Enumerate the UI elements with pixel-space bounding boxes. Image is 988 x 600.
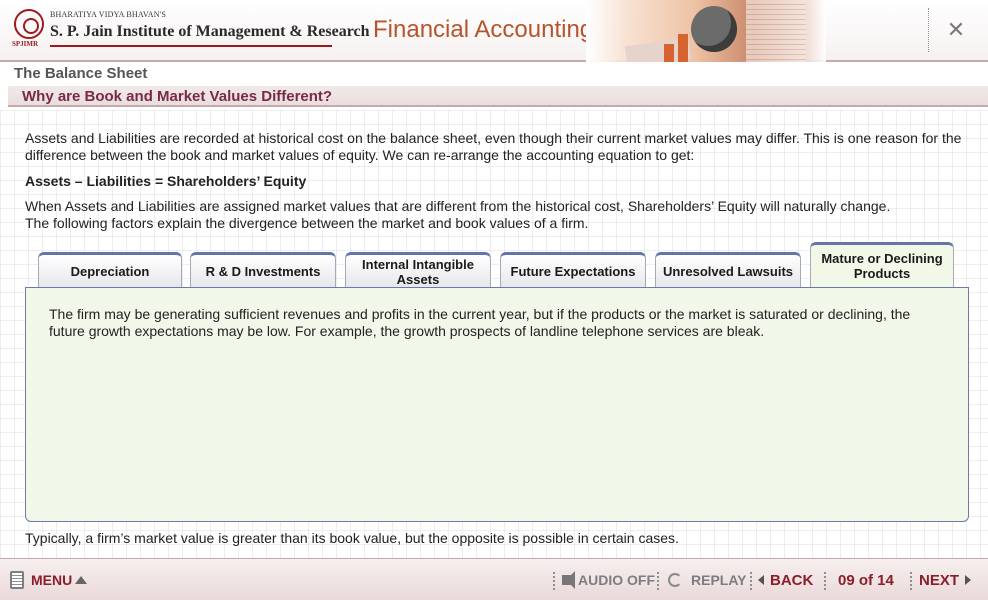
section-title: The Balance Sheet — [14, 65, 148, 82]
course-title: Financial Accounting — [373, 16, 594, 43]
chart-bar-graphic — [678, 34, 688, 62]
factors-intro: When Assets and Liabilities are assigned… — [25, 198, 945, 232]
header: SPJIMR BHARATIYA VIDYA BHAVAN'S S. P. Ja… — [0, 0, 988, 62]
header-banner-image — [586, 0, 826, 62]
footer-separator — [553, 572, 555, 590]
menu-label: MENU — [31, 572, 73, 588]
replay-label: REPLAY — [691, 572, 747, 588]
replay-icon — [668, 573, 682, 587]
intro-paragraph: Assets and Liabilities are recorded at h… — [25, 130, 962, 163]
tab-unresolved-lawsuits[interactable]: Unresolved Lawsuits — [655, 252, 801, 288]
subtitle-bar: Why are Book and Market Values Different… — [8, 86, 988, 107]
footer-separator — [657, 572, 659, 590]
back-button[interactable]: BACK — [758, 570, 813, 590]
institute-logo: SPJIMR BHARATIYA VIDYA BHAVAN'S S. P. Ja… — [12, 9, 370, 53]
next-button[interactable]: NEXT — [919, 570, 972, 590]
page-indicator: 09 of 14 — [838, 571, 894, 589]
meeting-photo-graphic — [691, 6, 737, 52]
institute-name: S. P. Jain Institute of Management & Res… — [50, 23, 370, 40]
seal-icon — [14, 9, 44, 39]
chart-bar-graphic — [664, 44, 674, 62]
footer-separator — [910, 572, 912, 590]
next-label: NEXT — [919, 571, 960, 589]
spreadsheet-graphic — [746, 0, 806, 62]
tab-internal-intangible-assets[interactable]: Internal Intangible Assets — [345, 252, 491, 288]
logo-subtitle: BHARATIYA VIDYA BHAVAN'S — [50, 10, 167, 19]
tab-content-text: The firm may be generating sufficient re… — [49, 306, 911, 339]
close-button[interactable]: ✕ — [944, 18, 968, 42]
logo-underline — [50, 45, 332, 47]
content-area: Assets and Liabilities are recorded at h… — [0, 110, 988, 558]
menu-icon — [10, 571, 24, 589]
tab-future-expectations[interactable]: Future Expectations — [500, 252, 646, 288]
page-subtitle: Why are Book and Market Values Different… — [22, 88, 333, 105]
header-divider — [928, 8, 929, 52]
accounting-equation: Assets – Liabilities = Shareholders’ Equ… — [25, 173, 307, 189]
audio-toggle-button[interactable]: AUDIO OFF — [562, 570, 655, 590]
conclusion-paragraph: Typically, a firm’s market value is grea… — [25, 530, 679, 546]
chevron-left-icon — [758, 575, 764, 585]
factors-intro-line-1: When Assets and Liabilities are assigned… — [25, 198, 891, 214]
tab-rd-investments[interactable]: R & D Investments — [190, 252, 336, 288]
chevron-right-icon — [965, 575, 972, 585]
back-label: BACK — [770, 571, 814, 589]
replay-button[interactable]: REPLAY — [668, 570, 747, 590]
tab-depreciation[interactable]: Depreciation — [38, 252, 182, 288]
footer-separator — [824, 572, 826, 590]
factors-intro-line-2: The following factors explain the diverg… — [25, 215, 589, 231]
menu-button[interactable]: MENU — [10, 570, 88, 590]
speaker-icon — [562, 571, 575, 589]
triangle-up-icon — [75, 576, 88, 584]
logo-abbreviation: SPJIMR — [12, 40, 39, 48]
footer-separator — [750, 572, 752, 590]
tab-content-panel: The firm may be generating sufficient re… — [25, 287, 969, 522]
tab-mature-declining-products[interactable]: Mature or Declining Products — [810, 242, 954, 287]
footer-bar: MENU AUDIO OFF REPLAY BACK 09 of 14 NEXT — [0, 558, 988, 600]
audio-label: AUDIO OFF — [578, 572, 655, 588]
